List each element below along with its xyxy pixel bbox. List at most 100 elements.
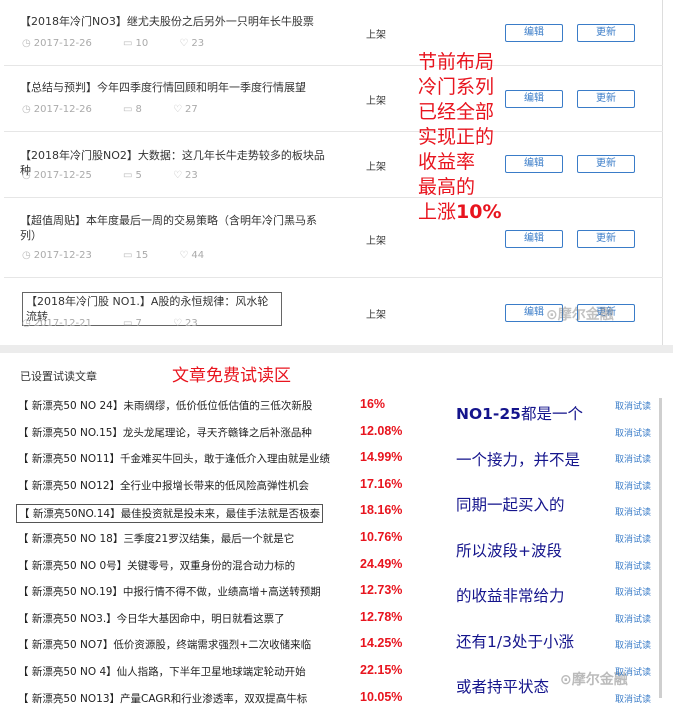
like-icon: ♡ — [173, 104, 183, 115]
update-button[interactable]: 更新 — [577, 155, 635, 173]
cancel-trial-link[interactable]: 取消试读 — [615, 559, 651, 572]
trial-article-title[interactable]: 【 新漂亮50 NO.19】中报行情不得不做，业绩高增+高送转预期 — [18, 584, 321, 599]
comment-count: 10 — [135, 38, 149, 49]
red-callout-annotation: 节前布局 冷门系列 已经全部 实现正的 收益率 最高的 上涨10% — [418, 50, 513, 225]
article-title[interactable]: 【2018年冷门NO3】继尤夫股份之后另外一只明年长牛股票 — [20, 14, 330, 29]
clock-icon: ◷ — [22, 38, 31, 49]
update-button[interactable]: 更新 — [577, 230, 635, 248]
trial-articles-panel: 已设置试读文章 文章免费试读区 NO1-25都是一个 一个接力，并不是 同期一起… — [0, 353, 673, 704]
article-date: 2017-12-21 — [33, 318, 92, 329]
like-icon: ♡ — [179, 250, 189, 261]
cancel-trial-link[interactable]: 取消试读 — [615, 692, 651, 704]
trial-return-percent: 10.76% — [360, 530, 403, 544]
clock-icon: ◷ — [22, 318, 31, 329]
callout-line: 还有1/3处于小涨 — [456, 632, 574, 651]
update-button[interactable]: 更新 — [577, 90, 635, 108]
trial-return-percent: 12.08% — [360, 423, 403, 438]
section-divider — [0, 345, 673, 353]
edit-button[interactable]: 编辑 — [505, 90, 563, 108]
trial-article-title[interactable]: 【 新漂亮50 NO 24】未雨绸缪，低价低位低估值的三低次新股 — [18, 398, 312, 413]
callout-line: 同期一起买入的 — [456, 496, 565, 514]
like-count: 44 — [191, 250, 205, 261]
like-icon: ♡ — [179, 38, 189, 49]
trial-return-percent: 17.16% — [360, 476, 403, 491]
cancel-trial-link[interactable]: 取消试读 — [615, 638, 651, 651]
like-count: 23 — [191, 38, 205, 49]
comment-count: 8 — [135, 104, 142, 115]
cancel-trial-link[interactable]: 取消试读 — [615, 665, 651, 678]
trial-return-percent: 12.78% — [360, 609, 403, 624]
cancel-trial-link[interactable]: 取消试读 — [615, 612, 651, 625]
comment-count: 15 — [135, 250, 149, 261]
edit-button[interactable]: 编辑 — [505, 230, 563, 248]
callout-prefix: 上涨 — [418, 201, 457, 223]
article-meta: ◷ 2017-12-26 ▭ 10 ♡ 23 — [22, 38, 232, 49]
article-date: 2017-12-25 — [33, 170, 92, 181]
trial-article-title[interactable]: 【 新漂亮50 NO 0号】关键零号，双重身份的混合动力标的 — [18, 558, 295, 573]
cancel-trial-link[interactable]: 取消试读 — [615, 532, 651, 545]
comment-icon: ▭ — [123, 104, 133, 115]
trial-article-title[interactable]: 【 新漂亮50 NO12】全行业中报增长带来的低风险高弹性机会 — [18, 478, 309, 493]
watermark: ⊙摩尔金融 — [546, 307, 614, 323]
cancel-trial-link[interactable]: 取消试读 — [615, 452, 651, 465]
comment-icon: ▭ — [123, 170, 133, 181]
article-date: 2017-12-26 — [33, 104, 92, 115]
article-meta: ◷ 2017-12-26 ▭ 8 ♡ 27 — [22, 104, 226, 115]
callout-line: 的收益非常给力 — [456, 587, 565, 605]
trial-article-title[interactable]: 【 新漂亮50 NO 4】仙人指路，下半年卫星地球端定轮动开始 — [18, 664, 306, 679]
trial-return-percent: 14.25% — [360, 636, 403, 651]
trial-article-title[interactable]: 【 新漂亮50 NO11】千金难买牛回头，敢于逢低介入理由就是业绩 — [18, 451, 330, 466]
trial-return-percent: 10.05% — [360, 689, 403, 704]
callout-line: 所以波段+波段 — [456, 541, 562, 560]
article-row: 【超值周贴】本年度最后一周的交易策略（含明年冷门黑马系列） ◷ 2017-12-2… — [4, 198, 663, 278]
trial-article-title[interactable]: 【 新漂亮50 NO13】产量CAGR和行业渗透率，双双提高牛标 — [18, 691, 307, 704]
trial-article-title[interactable]: 【 新漂亮50NO.14】最佳投资就是投未来，最佳手法就是否极泰 — [16, 504, 324, 524]
article-date: 2017-12-26 — [33, 38, 92, 49]
callout-line: 冷门系列 — [418, 76, 495, 98]
comment-count: 7 — [135, 318, 142, 329]
navy-callout-annotation: NO1-25都是一个 一个接力，并不是 同期一起买入的 所以波段+波段 的收益非… — [456, 392, 616, 704]
trial-article-title[interactable]: 【 新漂亮50 NO3.】今日华大基因命中，明日就看这票了 — [18, 611, 285, 626]
clock-icon: ◷ — [22, 104, 31, 115]
article-meta: ◷ 2017-12-25 ▭ 5 ♡ 23 — [22, 170, 226, 181]
article-row: 【2018年冷门股NO2】大数据：这几年长牛走势较多的板块品种 ◷ 2017-12… — [4, 132, 663, 198]
cancel-trial-link[interactable]: 取消试读 — [615, 479, 651, 492]
free-trial-zone-label: 文章免费试读区 — [172, 366, 291, 386]
article-meta: ◷ 2017-12-21 ▭ 7 ♡ 23 — [22, 318, 226, 329]
cancel-trial-link[interactable]: 取消试读 — [615, 585, 651, 598]
article-title[interactable]: 【超值周贴】本年度最后一周的交易策略（含明年冷门黑马系列） — [20, 213, 330, 243]
article-status: 上架 — [366, 162, 386, 173]
callout-line: 最高的 — [418, 176, 476, 198]
article-title[interactable]: 【总结与预判】今年四季度行情回顾和明年一季度行情展望 — [20, 80, 330, 95]
cancel-trial-link[interactable]: 取消试读 — [615, 426, 651, 439]
edit-button[interactable]: 编辑 — [505, 155, 563, 173]
article-status: 上架 — [366, 96, 386, 107]
cancel-trial-link[interactable]: 取消试读 — [615, 505, 651, 518]
trial-return-percent: 16% — [360, 397, 386, 411]
callout-bold: NO1-25 — [456, 405, 521, 423]
scrollbar[interactable] — [659, 398, 662, 698]
like-count: 23 — [185, 318, 198, 329]
trial-article-title[interactable]: 【 新漂亮50 NO.15】龙头龙尾理论，寻天齐赣锋之后补涨品种 — [18, 425, 312, 440]
trial-article-title[interactable]: 【 新漂亮50 NO 18】三季度21罗汉结集，最后一个就是它 — [18, 531, 294, 546]
trial-return-percent: 14.99% — [360, 450, 403, 465]
callout-line: 收益率 — [418, 151, 476, 173]
trial-return-percent: 12.73% — [360, 583, 403, 598]
update-button[interactable]: 更新 — [577, 24, 635, 42]
cancel-trial-link[interactable]: 取消试读 — [615, 399, 651, 412]
trial-return-percent: 24.49% — [360, 556, 403, 571]
callout-text: 都是一个 — [520, 405, 583, 423]
trial-return-percent: 18.16% — [360, 503, 403, 518]
callout-line: 已经全部 — [418, 101, 495, 123]
clock-icon: ◷ — [22, 170, 31, 181]
article-meta: ◷ 2017-12-23 ▭ 15 ♡ 44 — [22, 250, 232, 261]
comment-icon: ▭ — [123, 318, 133, 329]
article-status: 上架 — [366, 30, 386, 41]
like-icon: ♡ — [173, 318, 183, 329]
trial-article-title[interactable]: 【 新漂亮50 NO7】低价资源股，终端需求强烈+二次收储来临 — [18, 637, 311, 652]
callout-line: 实现正的 — [418, 126, 495, 148]
callout-value: 10% — [456, 201, 502, 223]
callout-line: 一个接力，并不是 — [456, 450, 581, 469]
callout-line: 节前布局 — [418, 51, 495, 73]
edit-button[interactable]: 编辑 — [505, 24, 563, 42]
